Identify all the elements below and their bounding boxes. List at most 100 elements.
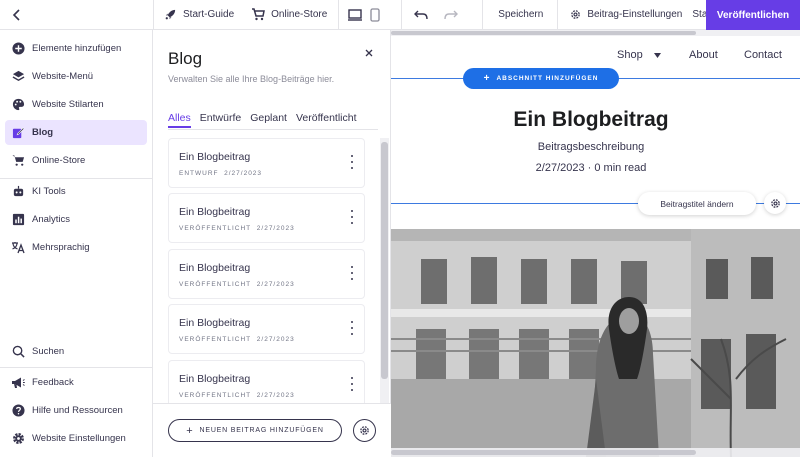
plus-icon: + [186,424,194,437]
site-nav-shop[interactable]: Shop [617,49,661,61]
post-card[interactable]: Ein Blogbeitrag ENTWURF 2/27/2023 [168,138,365,188]
layers-icon [11,70,25,84]
cart-icon [252,8,266,21]
post-meta: VERÖFFENTLICHT 2/27/2023 [179,281,295,288]
sidebar-item-website-styles[interactable]: Website Stilarten [5,92,147,117]
sidebar-item-label: Suchen [32,346,65,357]
sidebar-item-website-settings[interactable]: Website Einstellungen [5,426,147,451]
post-title: Ein Blogbeitrag [179,373,251,385]
change-post-title-button[interactable]: Beitragstitel ändern [638,192,756,215]
translate-icon [11,241,25,255]
post-date-readtime: 2/27/2023 · 0 min read [535,162,647,174]
more-options-icon[interactable] [348,210,356,224]
post-card[interactable]: Ein Blogbeitrag VERÖFFENTLICHT 2/27/2023 [168,304,365,354]
tab-drafts[interactable]: Entwürfe [200,112,241,128]
post-card[interactable]: Ein Blogbeitrag VERÖFFENTLICHT 2/27/2023 [168,193,365,243]
mobile-icon [370,7,380,22]
sidebar-item-analytics[interactable]: Analytics [5,207,147,232]
search-icon [11,345,25,359]
online-store-button[interactable]: Online-Store [251,8,327,21]
post-heading[interactable]: Ein Blogbeitrag [391,108,791,132]
palette-icon [11,98,25,112]
back-button[interactable] [0,0,34,30]
add-section-label: ABSCHNITT HINZUFÜGEN [496,75,599,82]
more-options-icon[interactable] [348,377,356,391]
sidebar-item-help[interactable]: Hilfe und Ressourcen [5,398,147,423]
redo-button[interactable] [444,10,464,20]
tab-scheduled[interactable]: Geplant [250,112,287,128]
post-filter-tabs: Alles Entwürfe Geplant Veröffentlicht [168,112,366,128]
sidebar-item-label: Feedback [32,377,74,388]
undo-icon [414,10,428,19]
save-button[interactable]: Speichern [498,9,543,20]
page-preview-canvas: Shop About Contact + ABSCHNITT HINZUFÜGE… [391,30,800,457]
sidebar-item-label: Website Stilarten [32,99,104,110]
canvas-scrollbar-top-thumb[interactable] [391,31,696,35]
close-panel-button[interactable] [360,44,378,62]
top-toolbar: Start-Guide Online-Store Speichern Beitr… [0,0,800,31]
more-options-icon[interactable] [348,321,356,335]
post-title: Ein Blogbeitrag [179,262,251,274]
sidebar-item-online-store[interactable]: Online-Store [5,148,147,173]
sidebar-item-label: Blog [32,127,54,138]
caret-down-icon [653,52,661,58]
post-settings-button[interactable]: Beitrag-Einstellungen [570,9,682,20]
start-guide-label: Start-Guide [183,9,235,20]
post-list-scrollbar-thumb[interactable] [381,142,388,379]
canvas-scrollbar-bottom-thumb[interactable] [391,450,696,455]
site-nav-contact[interactable]: Contact [744,49,782,61]
sidebar-item-label: Website Einstellungen [32,433,126,444]
panel-subtitle: Verwalten Sie alle Ihre Blog-Beiträge hi… [168,74,335,84]
chevron-left-icon [12,8,20,21]
add-section-button[interactable]: + ABSCHNITT HINZUFÜGEN [463,68,619,89]
tab-all[interactable]: Alles [168,112,191,128]
blog-settings-button[interactable] [353,419,376,442]
desktop-view-button[interactable] [348,8,368,21]
undo-button[interactable] [414,10,434,20]
panel-title: Blog [168,49,203,68]
more-options-icon[interactable] [348,266,356,280]
plus-icon: + [483,73,491,84]
sidebar-item-ai-tools[interactable]: KI Tools [5,179,147,204]
panel-footer: + NEUEN BEITRAG HINZUFÜGEN [153,403,391,457]
sidebar-item-add-elements[interactable]: Elemente hinzufügen [5,36,147,61]
megaphone-icon [11,376,25,390]
post-cover-image[interactable] [391,229,800,457]
mobile-view-button[interactable] [370,7,386,22]
sidebar-item-label: KI Tools [32,186,66,197]
sidebar-item-label: Online-Store [32,155,86,166]
post-meta: ENTWURF 2/27/2023 [179,170,263,177]
gear-icon [571,10,581,19]
post-card[interactable]: Ein Blogbeitrag VERÖFFENTLICHT 2/27/2023 [168,249,365,299]
sidebar-item-label: Hilfe und Ressourcen [32,405,123,416]
add-new-post-label: NEUEN BEITRAG HINZUFÜGEN [199,427,324,434]
section-settings-button[interactable] [764,192,786,214]
sidebar-item-search[interactable]: Suchen [5,339,147,364]
sidebar-item-multilingual[interactable]: Mehrsprachig [5,235,147,260]
post-title: Ein Blogbeitrag [179,317,251,329]
post-settings-label: Beitrag-Einstellungen [587,9,683,20]
sidebar-item-label: Mehrsprachig [32,242,90,253]
start-guide-button[interactable]: Start-Guide [164,8,234,21]
gear-icon [360,426,369,435]
add-new-post-button[interactable]: + NEUEN BEITRAG HINZUFÜGEN [168,419,342,442]
sidebar-item-label: Analytics [32,214,71,225]
desktop-icon [348,8,363,21]
sidebar-item-blog[interactable]: Blog [5,120,147,145]
more-options-icon[interactable] [348,155,356,169]
tab-published[interactable]: Veröffentlicht [296,112,357,128]
site-nav-about[interactable]: About [689,49,718,61]
sidebar-item-feedback[interactable]: Feedback [5,370,147,395]
sidebar-item-website-menu[interactable]: Website-Menü [5,64,147,89]
bar-chart-icon [11,213,25,227]
gear-icon [770,198,780,208]
edit-icon [11,126,25,140]
gear-icon [11,432,25,446]
cart-icon [11,154,25,168]
post-title: Ein Blogbeitrag [179,206,251,218]
post-description[interactable]: Beitragsbeschreibung [391,141,791,153]
tabs-divider [168,129,378,130]
help-icon [11,404,25,418]
close-icon [365,49,373,57]
publish-button[interactable]: Veröffentlichen [706,0,800,31]
